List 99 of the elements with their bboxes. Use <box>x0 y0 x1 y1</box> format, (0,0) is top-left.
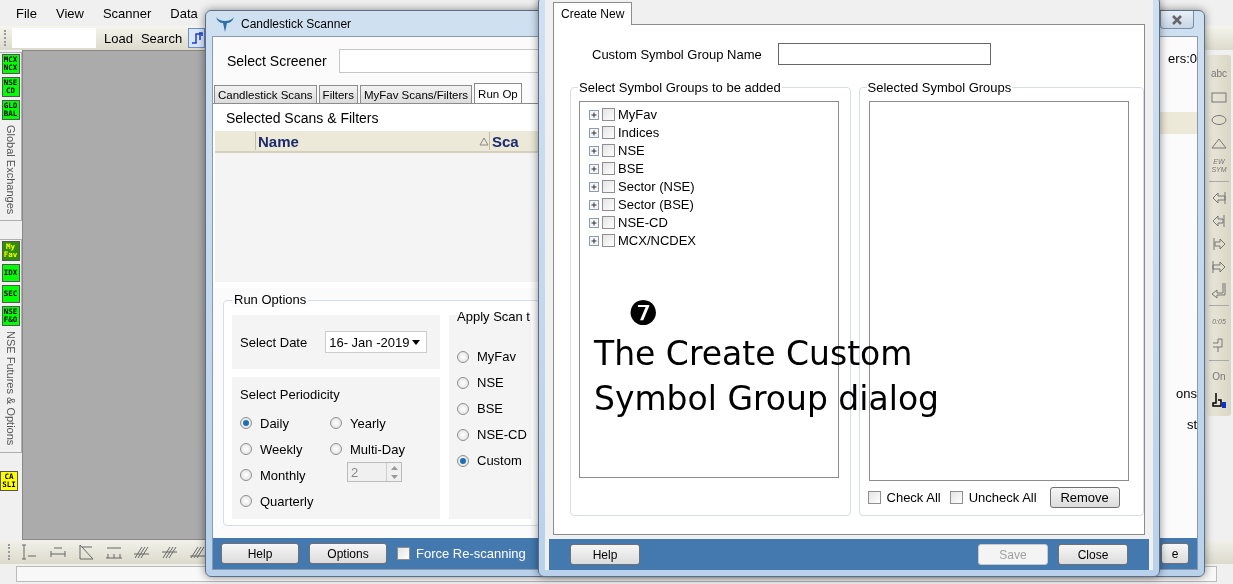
radio-label: Custom <box>477 453 522 468</box>
radio-label: Multi-Day <box>350 441 405 457</box>
radio-button[interactable] <box>240 443 252 455</box>
checkbox[interactable] <box>397 547 410 560</box>
menu-item[interactable]: File <box>16 5 37 21</box>
tab[interactable]: Create New <box>553 2 633 25</box>
radio-label: Weekly <box>260 441 303 457</box>
option-label: ons <box>1176 386 1197 401</box>
close-icon <box>1171 14 1183 25</box>
checkbox[interactable] <box>602 198 615 211</box>
checkbox[interactable] <box>867 491 881 504</box>
expand-icon[interactable] <box>589 181 599 192</box>
checkbox[interactable] <box>602 162 615 175</box>
radio-button[interactable] <box>457 350 469 363</box>
expand-icon[interactable] <box>589 145 599 156</box>
filters-count: ers:0 <box>1168 51 1197 66</box>
tree-item[interactable]: NSE-CD <box>618 215 668 230</box>
radio-label: Daily <box>260 415 289 431</box>
dialog-button[interactable]: Close <box>1058 544 1128 565</box>
checkbox[interactable] <box>602 144 615 157</box>
group-title: Selected Symbol Groups <box>866 80 1013 95</box>
radio-button[interactable] <box>457 454 469 467</box>
radio-button[interactable] <box>330 417 342 429</box>
field-label: Custom Symbol Group Name <box>592 46 762 62</box>
radio-button[interactable] <box>330 443 342 455</box>
menu-item[interactable]: Data <box>170 5 198 21</box>
radio-button[interactable] <box>457 402 469 415</box>
radio-button[interactable] <box>457 376 469 389</box>
annotation-text: The Create Custom Symbol Group dialog <box>594 333 940 420</box>
date-picker[interactable]: 16- Jan -2019 <box>325 331 428 353</box>
checkbox[interactable] <box>949 491 963 504</box>
expand-icon[interactable] <box>589 163 599 174</box>
tab[interactable]: Run Op <box>474 83 522 103</box>
measure-icon[interactable] <box>76 542 96 562</box>
toolbar-button[interactable]: Load <box>102 30 135 46</box>
group-name-field[interactable] <box>777 43 991 65</box>
radio-label: Yearly <box>350 415 386 431</box>
tree-item[interactable]: NSE <box>618 143 645 158</box>
radio-button[interactable] <box>457 428 469 441</box>
checkbox[interactable] <box>602 234 615 247</box>
drawing-tool[interactable]: On <box>1208 366 1230 387</box>
apply-label: Apply Scan t <box>457 309 530 324</box>
radio-button[interactable] <box>240 495 252 507</box>
checkbox[interactable] <box>602 126 615 139</box>
radio-label: NSE <box>477 375 504 390</box>
checkbox[interactable] <box>602 216 615 229</box>
radio-label: BSE <box>477 401 503 416</box>
periodicity-label: Select Periodicity <box>240 387 340 402</box>
radio-button[interactable] <box>240 417 252 429</box>
sidebar-tab[interactable]: NSE Futures & Options <box>4 331 17 446</box>
footer-button[interactable]: e <box>1161 543 1189 564</box>
symbol-field[interactable] <box>12 28 96 48</box>
checkbox-label: Check All <box>886 490 941 505</box>
dropdown-caret-icon <box>412 339 421 345</box>
column-header[interactable]: Sca <box>489 132 519 150</box>
column-header[interactable]: Name <box>255 132 489 150</box>
window-title: Candlestick Scanner <box>241 16 352 31</box>
footer-button[interactable]: Options <box>309 543 387 564</box>
group-title: Run Options <box>232 292 309 307</box>
dialog-button[interactable]: Help <box>570 544 640 565</box>
tree-item[interactable]: BSE <box>618 161 644 176</box>
tree-item[interactable]: Sector (BSE) <box>618 197 694 212</box>
expand-icon[interactable] <box>589 127 599 138</box>
checkbox[interactable] <box>602 108 615 121</box>
expand-icon[interactable] <box>589 217 599 228</box>
date-label: Select Date <box>240 334 308 350</box>
wave-tool-icon[interactable] <box>188 28 206 48</box>
tree-item[interactable]: MyFav <box>618 107 657 122</box>
toolbar-button[interactable]: Search <box>138 30 185 46</box>
menu-item[interactable]: View <box>55 5 84 21</box>
expand-icon[interactable] <box>589 235 599 246</box>
drawing-tool[interactable]: abc <box>1208 63 1230 84</box>
tree-item[interactable]: Sector (NSE) <box>618 179 695 194</box>
section-title: Selected Scans & Filters <box>225 110 380 126</box>
option-label: st <box>1186 417 1197 432</box>
menu-item[interactable]: Scanner <box>102 5 152 21</box>
tab[interactable]: Filters <box>318 85 358 103</box>
checkbox[interactable] <box>602 180 615 193</box>
tree-item[interactable]: Indices <box>618 125 660 140</box>
radio-label: Monthly <box>260 467 306 483</box>
expand-icon[interactable] <box>589 109 599 120</box>
screener-label: Select Screener <box>227 53 327 69</box>
column-header <box>1158 112 1197 134</box>
checkbox-label: Force Re-scanning <box>416 546 526 561</box>
remove-button[interactable]: Remove <box>1049 487 1120 508</box>
radio-label: NSE-CD <box>477 427 527 442</box>
footer-button[interactable]: Help <box>221 543 299 564</box>
radio-label: Quarterly <box>260 493 314 509</box>
sidebar-tab[interactable]: Global Exchanges <box>4 125 17 215</box>
step-number: ❼ <box>628 295 660 331</box>
expand-icon[interactable] <box>589 199 599 210</box>
radio-label: MyFav <box>477 349 516 364</box>
group-title: Select Symbol Groups to be added <box>578 80 782 95</box>
checkbox-label: Uncheck All <box>968 490 1037 505</box>
close-button[interactable] <box>1160 11 1194 29</box>
tree-item[interactable]: MCX/NCDEX <box>618 233 696 248</box>
tab[interactable]: Candlestick Scans <box>214 85 317 103</box>
radio-button[interactable] <box>240 469 252 481</box>
tab[interactable]: MyFav Scans/Filters <box>359 85 473 103</box>
